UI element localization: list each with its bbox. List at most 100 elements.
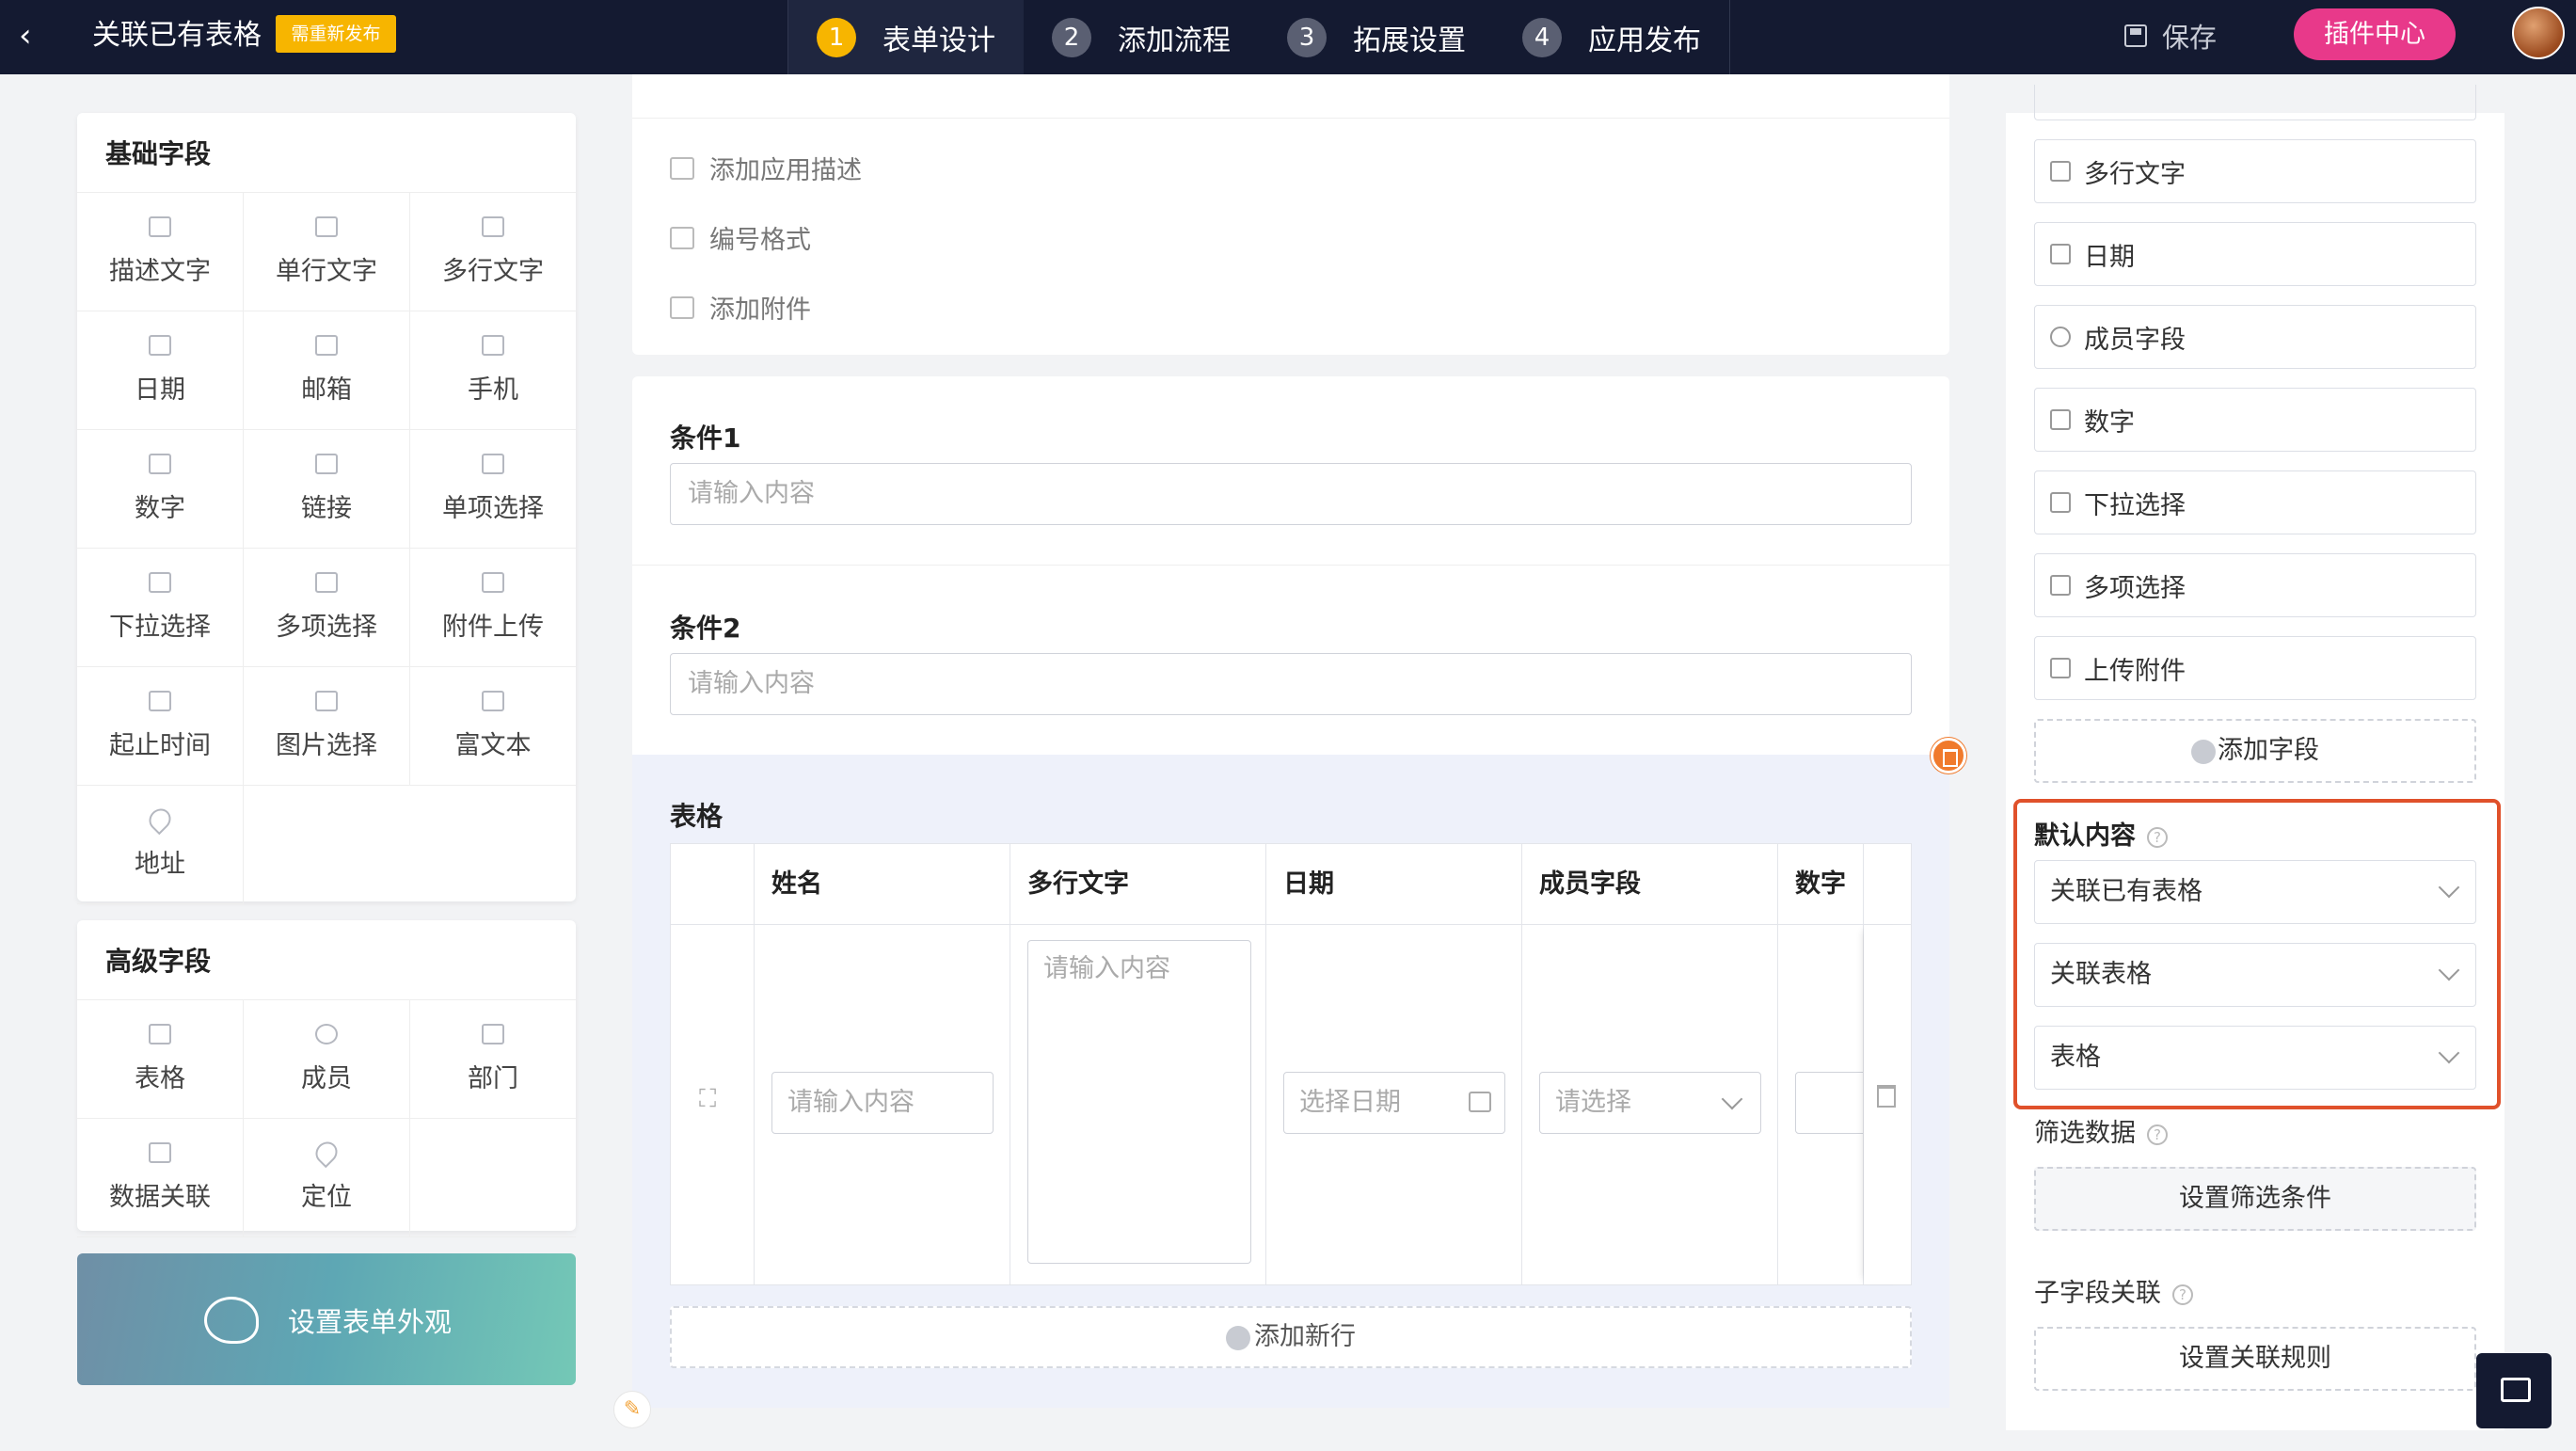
delete-field-button[interactable] (1931, 738, 1966, 773)
user-icon (2050, 327, 2071, 347)
add-row-label: 添加新行 (1254, 1322, 1356, 1351)
chat-icon[interactable] (2476, 1353, 2552, 1428)
field-number[interactable]: 数字 (77, 430, 244, 549)
back-chevron-icon[interactable]: ‹ (19, 17, 47, 55)
field-member[interactable]: 成员 (244, 1000, 410, 1119)
calendar-icon (2050, 244, 2071, 264)
comment-icon (670, 156, 694, 180)
palette-icon (204, 1297, 259, 1344)
set-link-rule-button[interactable]: 设置关联规则 (2034, 1327, 2476, 1391)
number-input[interactable] (1795, 1072, 1863, 1134)
plugin-center-button[interactable]: 插件中心 (2294, 8, 2456, 60)
text-icon (149, 216, 171, 237)
save-button[interactable]: 保存 (2124, 13, 2217, 58)
help-icon[interactable]: ? (2172, 1284, 2193, 1305)
condition2-input[interactable]: 请输入内容 (670, 653, 1912, 715)
number-icon (670, 226, 694, 249)
sub-field-item[interactable]: 日期 (2034, 222, 2476, 286)
field-image[interactable]: 图片选择 (244, 667, 410, 786)
link-icon (315, 454, 338, 474)
image-icon (315, 691, 338, 711)
condition1-input[interactable]: 请输入内容 (670, 463, 1912, 525)
multi-text-textarea[interactable]: 请输入内容 (1027, 940, 1251, 1264)
add-attachment-link[interactable]: 添加附件 (670, 289, 811, 326)
numbering-format-link[interactable]: 编号格式 (670, 219, 811, 256)
field-multi-text[interactable]: 多行文字 (410, 193, 576, 311)
trash-icon[interactable] (1877, 1085, 1896, 1108)
expand-icon[interactable]: ⛶ (699, 1085, 716, 1114)
field-table[interactable]: 表格 (77, 1000, 244, 1119)
field-label: 单项选择 (442, 494, 544, 523)
field-rich-text[interactable]: 富文本 (410, 667, 576, 786)
calendar-icon (149, 335, 171, 356)
dropdown-icon (2050, 492, 2071, 513)
field-label: 下拉选择 (109, 613, 211, 642)
field-department[interactable]: 部门 (410, 1000, 576, 1119)
step-number: 4 (1522, 17, 1562, 57)
field-link[interactable]: 链接 (244, 430, 410, 549)
text-icon (315, 216, 338, 237)
tab-add-flow[interactable]: 2 添加流程 (1024, 0, 1259, 74)
checkbox-icon (315, 572, 338, 593)
plus-circle-icon (1226, 1325, 1250, 1350)
table-header-blank (671, 844, 755, 925)
highlight-box (2013, 799, 2501, 1109)
help-icon[interactable]: ? (2147, 1124, 2168, 1145)
field-address[interactable]: 地址 (77, 786, 244, 904)
add-row-button[interactable]: 添加新行 (670, 1306, 1912, 1368)
field-time-range[interactable]: 起止时间 (77, 667, 244, 786)
save-label: 保存 (2162, 22, 2218, 54)
tab-app-publish[interactable]: 4 应用发布 (1494, 0, 1729, 74)
field-location[interactable]: 定位 (244, 1119, 410, 1237)
field-single-text[interactable]: 单行文字 (244, 193, 410, 311)
field-dropdown[interactable]: 下拉选择 (77, 549, 244, 667)
table-header-blank (1864, 844, 1911, 925)
sub-field-item[interactable]: 数字 (2034, 388, 2476, 452)
set-filter-button[interactable]: 设置筛选条件 (2034, 1167, 2476, 1231)
add-sub-field-button[interactable]: 添加字段 (2034, 719, 2476, 783)
sub-field-item[interactable]: 下拉选择 (2034, 470, 2476, 534)
field-attachment[interactable]: 附件上传 (410, 549, 576, 667)
field-label: 邮箱 (301, 375, 352, 405)
date-placeholder: 选择日期 (1299, 1088, 1401, 1117)
table-header: 数字 (1778, 844, 1864, 925)
name-input[interactable]: 请输入内容 (771, 1072, 994, 1134)
table-header: 多行文字 (1010, 844, 1266, 925)
date-input[interactable]: 选择日期 (1283, 1072, 1505, 1134)
sub-field-label: 多行文字 (2084, 159, 2186, 189)
member-select[interactable]: 请选择 (1539, 1072, 1761, 1134)
field-phone[interactable]: 手机 (410, 311, 576, 430)
sub-field-item[interactable]: 上传附件 (2034, 636, 2476, 700)
field-label: 成员 (301, 1064, 352, 1093)
field-radio[interactable]: 单项选择 (410, 430, 576, 549)
field-label: 表格 (135, 1064, 185, 1093)
location-pin-icon (310, 1137, 342, 1169)
edit-pencil-icon[interactable]: ✎ (613, 1391, 651, 1428)
tab-form-design[interactable]: 1 表单设计 (788, 0, 1024, 74)
sub-field-item[interactable]: 多项选择 (2034, 553, 2476, 617)
add-description-link[interactable]: 添加应用描述 (670, 150, 862, 186)
tab-extend-settings[interactable]: 3 拓展设置 (1259, 0, 1494, 74)
sub-field-item[interactable]: 多行文字 (2034, 139, 2476, 203)
sub-table: 姓名 多行文字 日期 成员字段 数字 ⛶ 请输入内容 请输入内容 选择日期 请选… (670, 843, 1912, 1285)
clock-icon (149, 691, 171, 711)
location-pin-icon (144, 804, 176, 836)
sub-field-link-label: 子字段关联? (2034, 1272, 2193, 1309)
field-desc-text[interactable]: 描述文字 (77, 193, 244, 311)
text-icon (2050, 161, 2071, 182)
filter-data-label: 筛选数据? (2034, 1112, 2168, 1149)
avatar[interactable] (2512, 7, 2565, 59)
sub-field-label: 数字 (2084, 407, 2135, 438)
field-email[interactable]: 邮箱 (244, 311, 410, 430)
field-data-link[interactable]: 数据关联 (77, 1119, 244, 1237)
top-bar: ‹ 关联已有表格 需重新发布 1 表单设计 2 添加流程 3 拓展设置 4 应用发布 保… (0, 0, 2576, 74)
field-date[interactable]: 日期 (77, 311, 244, 430)
sub-field-item[interactable]: 成员字段 (2034, 305, 2476, 369)
field-label: 附件上传 (442, 613, 544, 642)
condition2-label: 条件2 (670, 613, 741, 644)
field-checkbox[interactable]: 多项选择 (244, 549, 410, 667)
form-appearance-button[interactable]: 设置表单外观 (77, 1253, 576, 1385)
republish-badge: 需重新发布 (276, 15, 396, 53)
field-item-partial[interactable] (2034, 85, 2476, 120)
condition1-label: 条件1 (670, 423, 741, 454)
